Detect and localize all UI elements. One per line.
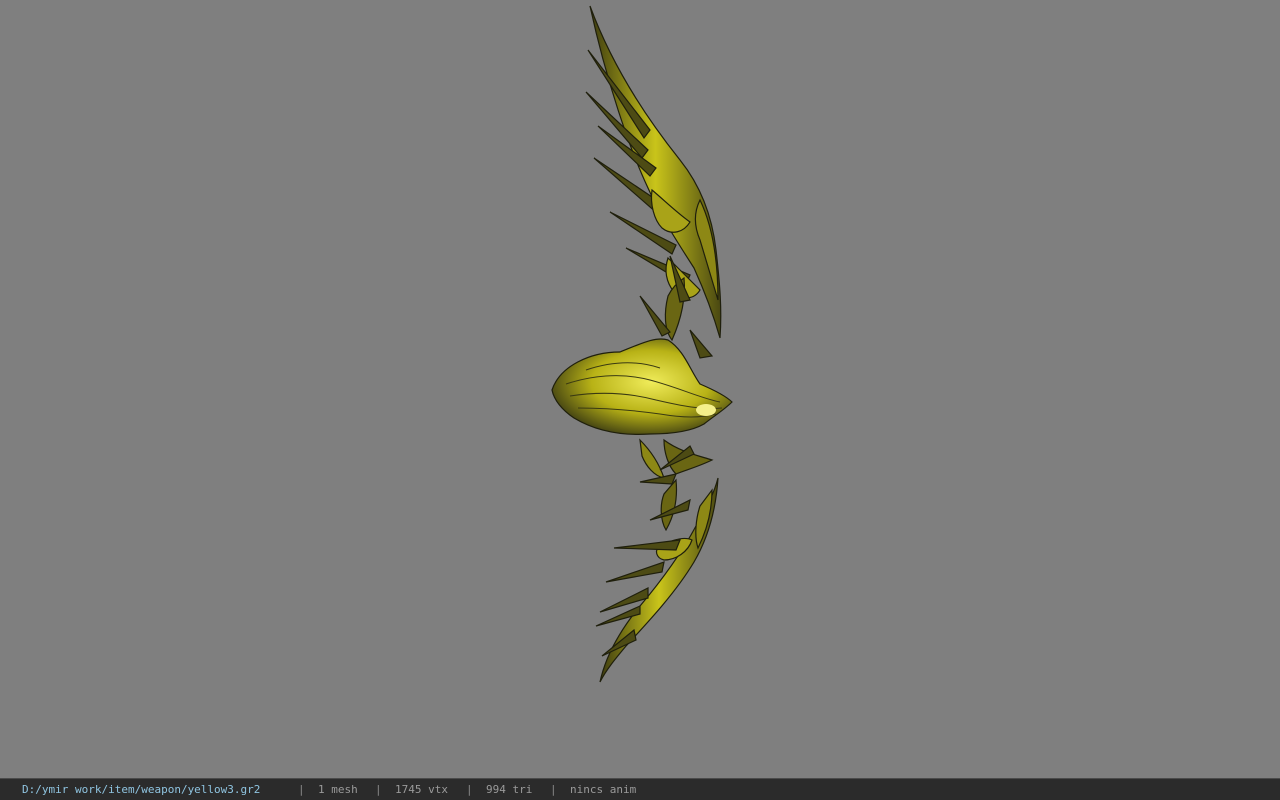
grip (551, 338, 733, 479)
status-separator: | (466, 783, 473, 796)
3d-viewport[interactable] (0, 0, 1280, 778)
status-separator: | (550, 783, 557, 796)
lower-limb (595, 438, 719, 683)
status-separator: | (375, 783, 382, 796)
file-path-label: D:/ymir work/item/weapon/yellow3.gr2 (22, 783, 261, 796)
upper-limb (585, 5, 722, 359)
status-bar: D:/ymir work/item/weapon/yellow3.gr2 | 1… (0, 778, 1280, 800)
bow-model-icon (551, 5, 733, 683)
mesh-count-label: 1 mesh (318, 783, 358, 796)
status-separator: | (298, 783, 305, 796)
triangle-count-label: 994 tri (486, 783, 533, 796)
animation-status-label: nincs anim (570, 783, 637, 796)
vertex-count-label: 1745 vtx (395, 783, 448, 796)
